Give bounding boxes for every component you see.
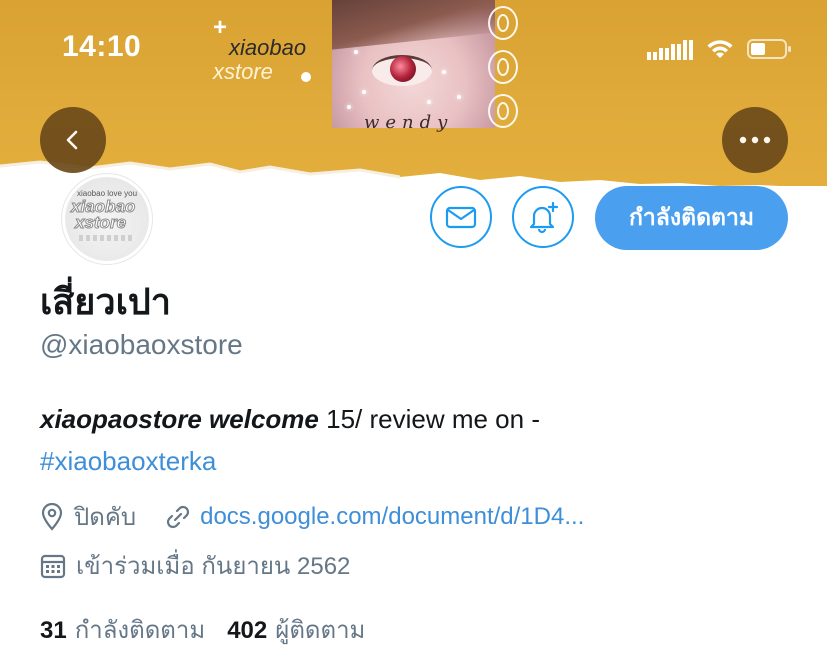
- profile-location: ปิดคับ: [74, 504, 137, 531]
- following-stat[interactable]: 31 กำลังติดตาม: [40, 610, 205, 649]
- following-button[interactable]: กำลังติดตาม: [595, 186, 788, 250]
- followers-count: 402: [227, 617, 268, 644]
- bell-plus-icon: [529, 201, 559, 234]
- sparkle: [457, 95, 461, 99]
- follow-stats: 31 กำลังติดตาม 402 ผู้ติดตาม: [40, 610, 365, 649]
- notifications-button[interactable]: [512, 186, 574, 248]
- message-button[interactable]: [430, 186, 492, 248]
- ring-shape: [488, 50, 518, 84]
- banner-signature: wendy: [364, 112, 454, 133]
- location-pin-icon: [41, 502, 63, 531]
- avatar-image: xiaobao love you xiaobao xstore: [65, 177, 149, 261]
- link-icon: [167, 505, 190, 528]
- profile-joined-date: เข้าร่วมเมื่อ กันยายน 2562: [76, 553, 351, 580]
- watermark-line2: xstore: [213, 59, 273, 84]
- ring-shape: [488, 6, 518, 40]
- banner-rings: [488, 6, 520, 138]
- watermark-plus: +: [213, 14, 228, 41]
- bio-bold-text: xiaopaostore welcome: [40, 404, 319, 434]
- watermark-dot: [301, 72, 311, 82]
- artwork-iris: [390, 56, 416, 82]
- ellipsis-icon: [739, 136, 771, 144]
- avatar-text-line2: xstore: [74, 213, 127, 233]
- battery-icon: [747, 39, 791, 59]
- ring-shape: [488, 94, 518, 128]
- profile-name: เสี่ยวเปา: [40, 281, 171, 322]
- profile-banner[interactable]: 14:10 + xiaobao xstore wendy: [0, 0, 827, 186]
- profile-avatar[interactable]: xiaobao love you xiaobao xstore: [62, 174, 152, 264]
- profile-bio: xiaopaostore welcome 15/ review me on - …: [40, 398, 800, 482]
- chevron-left-icon: [66, 130, 78, 150]
- calendar-icon: [40, 554, 66, 578]
- sparkle: [427, 100, 431, 104]
- following-count: 31: [40, 617, 67, 644]
- profile-website-link[interactable]: docs.google.com/document/d/1D4...: [200, 503, 584, 531]
- status-icons: [647, 38, 793, 60]
- followers-label: ผู้ติดตาม: [275, 617, 366, 644]
- back-button[interactable]: [40, 107, 106, 173]
- sparkle: [354, 50, 358, 54]
- avatar-stripes: [79, 235, 135, 241]
- sparkle: [362, 90, 366, 94]
- watermark-line1: xiaobao: [229, 35, 307, 60]
- more-options-button[interactable]: [722, 107, 788, 173]
- profile-joined-row: เข้าร่วมเมื่อ กันยายน 2562: [40, 546, 350, 585]
- followers-stat[interactable]: 402 ผู้ติดตาม: [227, 610, 365, 649]
- profile-handle: @xiaobaoxstore: [40, 329, 243, 360]
- bio-text: 15/ review me on -: [318, 404, 540, 434]
- bio-hashtag-link[interactable]: #xiaobaoxterka: [40, 446, 216, 476]
- mail-icon: [445, 206, 477, 229]
- artwork-hair: [332, 0, 495, 51]
- wifi-icon: [707, 40, 733, 58]
- status-time: 14:10: [62, 30, 142, 63]
- sparkle: [442, 70, 446, 74]
- following-label: กำลังติดตาม: [74, 617, 206, 644]
- cellular-signal-icon: [647, 38, 693, 60]
- sparkle: [347, 105, 351, 109]
- profile-meta-row: ปิดคับ docs.google.com/document/d/1D4...: [40, 497, 584, 536]
- banner-artwork: [332, 0, 495, 128]
